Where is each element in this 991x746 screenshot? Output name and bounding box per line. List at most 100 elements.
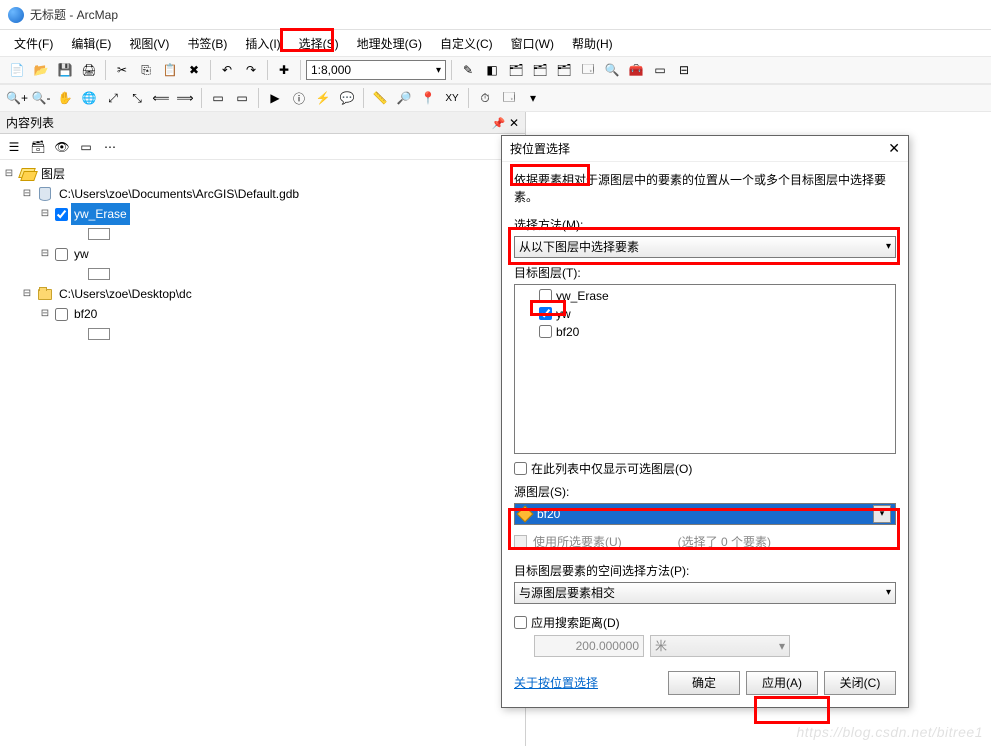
paste-button[interactable]: 📋: [159, 59, 181, 81]
pin-icon[interactable]: 📌: [492, 118, 506, 130]
hyperlink-button[interactable]: ⚡: [312, 87, 334, 109]
clear-selection-button[interactable]: ▭: [231, 87, 253, 109]
tree-gdb[interactable]: ⊟ C:\Users\zoe\Documents\ArcGIS\Default.…: [20, 184, 523, 204]
search-button[interactable]: 🔍: [601, 59, 623, 81]
full-extent-button[interactable]: 🌐: [78, 87, 100, 109]
chevron-down-icon[interactable]: ▾: [873, 505, 891, 523]
symbol-swatch[interactable]: [88, 268, 110, 280]
ok-button[interactable]: 确定: [668, 671, 740, 695]
menu-bookmarks[interactable]: 书签(B): [179, 32, 235, 55]
viewer-window-button[interactable]: 🗔: [498, 87, 520, 109]
zoom-out-button[interactable]: 🔍-: [30, 87, 52, 109]
layer-symbol[interactable]: [56, 324, 523, 344]
pan-button[interactable]: ✋: [54, 87, 76, 109]
forward-extent-button[interactable]: ⟹: [174, 87, 196, 109]
fixed-zoom-in-button[interactable]: ⤢: [102, 87, 124, 109]
layer-visibility-checkbox[interactable]: [55, 248, 68, 261]
menu-geoprocessing[interactable]: 地理处理(G): [349, 32, 430, 55]
list-item[interactable]: yw_Erase: [519, 287, 891, 305]
arctoolbox-button[interactable]: 🧰: [625, 59, 647, 81]
time-slider-button[interactable]: ⏱: [474, 87, 496, 109]
expander-icon[interactable]: ⊟: [38, 244, 52, 264]
list-by-selection-button[interactable]: ▭: [76, 137, 96, 157]
dialog-titlebar[interactable]: 按位置选择 ✕: [502, 136, 908, 162]
print-button[interactable]: 🖨: [78, 59, 100, 81]
menu-customize[interactable]: 自定义(C): [432, 32, 501, 55]
editor-toolbar-button[interactable]: ✎: [457, 59, 479, 81]
tb-icon[interactable]: 🗂: [553, 59, 575, 81]
copy-button[interactable]: ⎘: [135, 59, 157, 81]
tb-icon[interactable]: 🗂: [505, 59, 527, 81]
layer-visibility-checkbox[interactable]: [55, 308, 68, 321]
list-by-source-button[interactable]: 🗃: [28, 137, 48, 157]
apply-distance-row[interactable]: 应用搜索距离(D): [514, 614, 896, 631]
tree-root[interactable]: ⊟ 图层: [2, 164, 523, 184]
save-button[interactable]: 💾: [54, 59, 76, 81]
undo-button[interactable]: ↶: [216, 59, 238, 81]
layer-checkbox[interactable]: [539, 307, 552, 320]
expander-icon[interactable]: ⊟: [38, 304, 52, 324]
redo-button[interactable]: ↷: [240, 59, 262, 81]
tb-icon[interactable]: 🗂: [529, 59, 551, 81]
symbol-swatch[interactable]: [88, 328, 110, 340]
menu-windows[interactable]: 窗口(W): [503, 32, 562, 55]
only-visible-row[interactable]: 在此列表中仅显示可选图层(O): [514, 460, 896, 477]
only-selectable-checkbox[interactable]: [514, 462, 527, 475]
python-button[interactable]: ▭: [649, 59, 671, 81]
spatial-method-select[interactable]: 与源图层要素相交 ▾: [514, 582, 896, 604]
close-button[interactable]: 关闭(C): [824, 671, 896, 695]
select-features-button[interactable]: ▭: [207, 87, 229, 109]
symbol-swatch[interactable]: [88, 228, 110, 240]
apply-button[interactable]: 应用(A): [746, 671, 818, 695]
apply-distance-checkbox[interactable]: [514, 616, 527, 629]
tree-layer-yw[interactable]: ⊟ yw: [38, 244, 523, 264]
identify-button[interactable]: ⓘ: [288, 87, 310, 109]
tree-layer-yw-erase[interactable]: ⊟ yw_Erase: [38, 204, 523, 224]
menu-help[interactable]: 帮助(H): [564, 32, 621, 55]
modelbuilder-button[interactable]: ⊟: [673, 59, 695, 81]
menu-file[interactable]: 文件(F): [6, 32, 61, 55]
layer-symbol[interactable]: [56, 264, 523, 284]
find-button[interactable]: 🔎: [393, 87, 415, 109]
scale-select[interactable]: 1:8,000▾: [306, 60, 446, 80]
list-item[interactable]: bf20: [519, 323, 891, 341]
select-elements-button[interactable]: ▶: [264, 87, 286, 109]
layer-checkbox[interactable]: [539, 289, 552, 302]
list-by-drawing-order-button[interactable]: ☰: [4, 137, 24, 157]
close-icon[interactable]: ✕: [888, 140, 900, 157]
layer-visibility-checkbox[interactable]: [55, 208, 68, 221]
menu-selection[interactable]: 选择(S): [291, 32, 347, 55]
expander-icon[interactable]: ⊟: [20, 284, 34, 304]
tree-layer-bf20[interactable]: ⊟ bf20: [38, 304, 523, 324]
layer-symbol[interactable]: [56, 224, 523, 244]
add-data-button[interactable]: ✚: [273, 59, 295, 81]
selection-method-select[interactable]: 从以下图层中选择要素 ▾: [514, 236, 896, 258]
menu-edit[interactable]: 编辑(E): [63, 32, 119, 55]
delete-button[interactable]: ✖: [183, 59, 205, 81]
menu-insert[interactable]: 插入(I): [237, 32, 288, 55]
dropdown-icon[interactable]: ▾: [522, 87, 544, 109]
layer-yw-label[interactable]: yw: [71, 243, 92, 265]
source-layer-select[interactable]: bf20 ▾: [514, 503, 896, 525]
expander-icon[interactable]: ⊟: [2, 164, 16, 184]
measure-button[interactable]: 📏: [369, 87, 391, 109]
list-item[interactable]: yw: [519, 305, 891, 323]
layer-yw-erase-label[interactable]: yw_Erase: [71, 203, 130, 225]
cut-button[interactable]: ✂: [111, 59, 133, 81]
catalog-button[interactable]: 🗔: [577, 59, 599, 81]
list-by-visibility-button[interactable]: 👁: [52, 137, 72, 157]
expander-icon[interactable]: ⊟: [20, 184, 34, 204]
open-button[interactable]: 📂: [30, 59, 52, 81]
menu-view[interactable]: 视图(V): [121, 32, 177, 55]
help-link[interactable]: 关于按位置选择: [514, 674, 598, 691]
tree-folder-dc[interactable]: ⊟ C:\Users\zoe\Desktop\dc: [20, 284, 523, 304]
goto-xy-button[interactable]: XY: [441, 87, 463, 109]
layer-bf20-label[interactable]: bf20: [71, 303, 100, 325]
toc-tree[interactable]: ⊟ 图层 ⊟ C:\Users\zoe\Documents\ArcGIS\Def…: [0, 160, 525, 746]
zoom-in-button[interactable]: 🔍+: [6, 87, 28, 109]
tb-icon[interactable]: ◧: [481, 59, 503, 81]
find-route-button[interactable]: 📍: [417, 87, 439, 109]
back-extent-button[interactable]: ⟸: [150, 87, 172, 109]
options-button[interactable]: ⋯: [100, 137, 120, 157]
html-popup-button[interactable]: 💬: [336, 87, 358, 109]
